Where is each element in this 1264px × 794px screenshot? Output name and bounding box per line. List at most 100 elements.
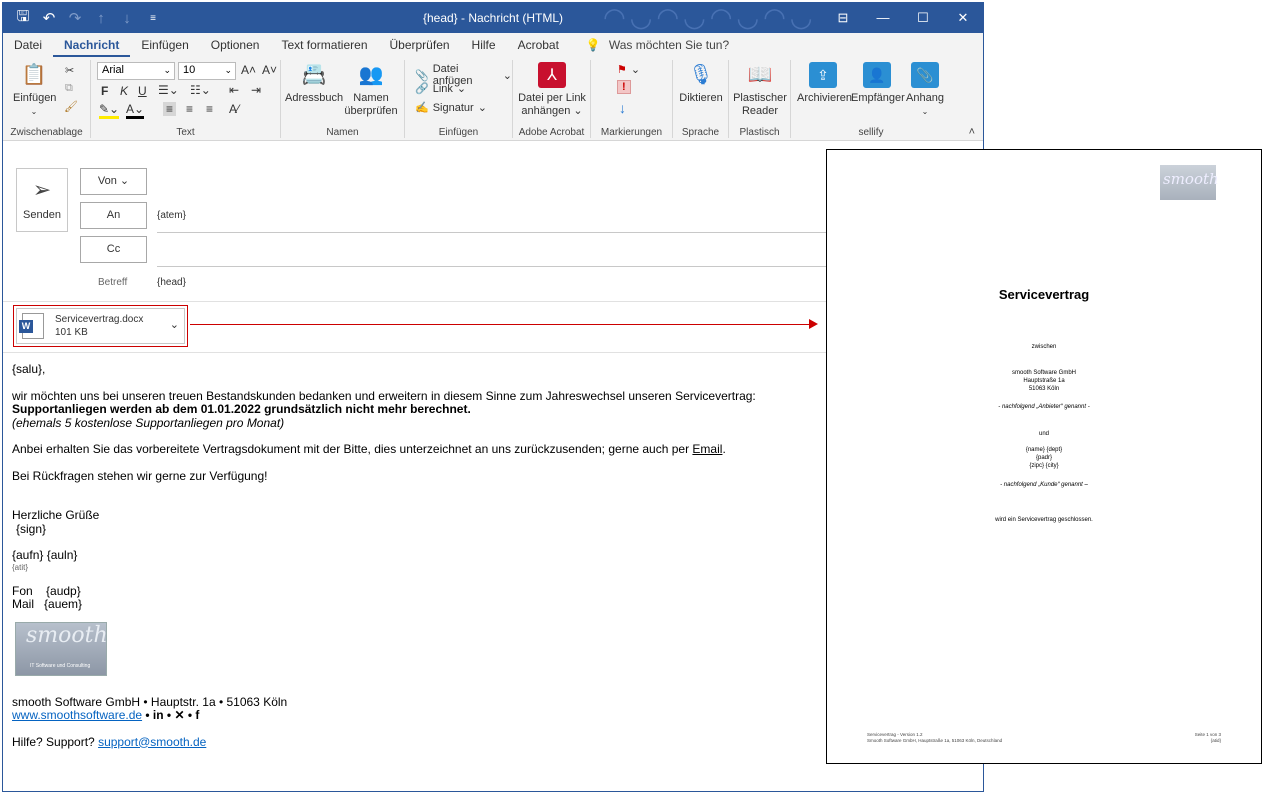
archive-button[interactable]: ⇪ Archivieren bbox=[797, 62, 852, 105]
greeting: {salu}, bbox=[12, 362, 46, 376]
to-button[interactable]: An bbox=[80, 202, 147, 229]
doc-company: smooth Software GmbH bbox=[1011, 370, 1077, 376]
group-label-acrobat: Adobe Acrobat bbox=[518, 127, 585, 138]
down-icon[interactable]: ↓ bbox=[117, 10, 137, 27]
highlight-icon[interactable]: ✎⌄ bbox=[99, 102, 120, 119]
chevron-down-icon[interactable]: ⌄ bbox=[170, 318, 179, 331]
high-importance-icon[interactable]: ! bbox=[617, 80, 631, 94]
document-logo: smooth bbox=[1160, 165, 1219, 200]
format-painter-icon[interactable]: 🖌 bbox=[64, 100, 78, 113]
numbering-icon[interactable]: ☷⌄ bbox=[190, 83, 211, 97]
subject-field[interactable]: {head} bbox=[157, 277, 186, 288]
group-label-clipboard: Zwischenablage bbox=[10, 127, 83, 138]
collapse-ribbon-icon[interactable]: ˄ bbox=[969, 126, 975, 138]
bold-button[interactable]: F bbox=[101, 84, 108, 98]
align-center-icon[interactable]: ≡ bbox=[186, 102, 193, 116]
copy-icon[interactable]: ⧉ bbox=[65, 82, 73, 95]
link-button[interactable]: 🔗 Link ⌄ bbox=[415, 82, 466, 96]
doc-customer-city: {zipc} {city} bbox=[1029, 463, 1059, 469]
flag-icon[interactable]: ⚑ ⌄ bbox=[617, 63, 640, 76]
italic-button[interactable]: K bbox=[120, 84, 128, 98]
group-speech: 🎙 Diktieren Sprache bbox=[673, 60, 729, 138]
recipients-button[interactable]: 👤 Empfänger bbox=[851, 62, 905, 105]
low-importance-icon[interactable]: ↓ bbox=[619, 100, 626, 116]
align-right-icon[interactable]: ≡ bbox=[206, 102, 213, 116]
redo-icon[interactable]: ↷ bbox=[65, 9, 85, 27]
font-color-icon[interactable]: A⌄ bbox=[126, 102, 145, 119]
clear-format-icon[interactable]: A⁄ bbox=[229, 102, 239, 116]
maximize-button[interactable]: ☐ bbox=[903, 3, 943, 33]
from-button[interactable]: Von ⌄ bbox=[80, 168, 147, 195]
tab-ueberpruefen[interactable]: Überprüfen bbox=[379, 33, 461, 57]
paste-button[interactable]: 📋 Einfügen ⌄ bbox=[13, 62, 56, 118]
group-label-markings: Markierungen bbox=[600, 127, 663, 138]
restore-ribbon-icon[interactable]: ⊟ bbox=[823, 3, 863, 33]
up-icon[interactable]: ↑ bbox=[91, 10, 111, 27]
email-link[interactable]: Email bbox=[692, 442, 722, 456]
addressbook-button[interactable]: 📇 Adressbuch bbox=[285, 62, 343, 105]
save-icon[interactable]: 🖫 bbox=[13, 6, 33, 31]
cut-icon[interactable]: ✂ bbox=[65, 64, 74, 77]
minimize-button[interactable]: — bbox=[863, 3, 903, 33]
doc-city: 51063 Köln bbox=[1028, 386, 1060, 392]
sellify-attachment-icon: 📎 bbox=[911, 62, 939, 88]
body-italic-line: (ehemals 5 kostenlose Supportanliegen pr… bbox=[12, 415, 285, 430]
send-icon: ➢ bbox=[32, 177, 52, 202]
word-document-icon: W bbox=[19, 313, 44, 339]
tab-hilfe[interactable]: Hilfe bbox=[461, 33, 507, 57]
title-bar: 🖫 ↶ ↷ ↑ ↓ ≡ ◠◡◠◡◠◡◠◡ {head} - Nachricht … bbox=[3, 3, 983, 33]
attachment-name: Servicevertrag.docx bbox=[55, 314, 144, 325]
customize-qat-icon[interactable]: ≡ bbox=[143, 13, 163, 24]
group-markings: ⚑ ⌄ ! ↓ Markierungen bbox=[591, 60, 673, 138]
undo-icon[interactable]: ↶ bbox=[39, 9, 59, 27]
check-names-button[interactable]: 👥 Namen überprüfen bbox=[343, 62, 399, 118]
doc-footer-left: Servicevertrag - Version 1.2 Smooth Soft… bbox=[867, 732, 1003, 743]
mail-line: Mail {auem} bbox=[12, 597, 83, 611]
align-left-icon[interactable]: ≡ bbox=[163, 102, 177, 116]
annotation-arrow-line bbox=[190, 324, 812, 325]
cc-button[interactable]: Cc bbox=[80, 236, 147, 263]
doc-street: Hauptstraße 1a bbox=[1023, 378, 1065, 384]
dictate-button[interactable]: 🎙 Diktieren bbox=[675, 62, 727, 105]
tab-nachricht[interactable]: Nachricht bbox=[53, 33, 131, 57]
doc-closed: wird ein Servicevertrag geschlossen. bbox=[995, 517, 1093, 523]
tab-text-formatieren[interactable]: Text formatieren bbox=[270, 33, 378, 57]
attachment-chip[interactable]: W Servicevertrag.docx 101 KB ⌄ bbox=[13, 305, 188, 347]
group-names: 📇 Adressbuch 👥 Namen überprüfen Namen bbox=[281, 60, 405, 138]
to-field[interactable]: {atem} bbox=[157, 210, 186, 221]
tab-einfuegen[interactable]: Einfügen bbox=[130, 33, 199, 57]
font-size-select[interactable]: 10 ⌄ bbox=[178, 62, 236, 80]
ribbon-tabs: Datei Nachricht Einfügen Optionen Text f… bbox=[3, 33, 983, 57]
send-button[interactable]: ➢ Senden bbox=[16, 168, 68, 232]
sellify-attachment-button[interactable]: 📎 Anhang ⌄ bbox=[903, 62, 947, 118]
close-button[interactable]: ✕ bbox=[943, 3, 983, 33]
underline-button[interactable]: U bbox=[138, 84, 147, 98]
font-select[interactable]: Arial ⌄ bbox=[97, 62, 175, 80]
acrobat-icon: ⅄ bbox=[538, 62, 566, 88]
support-line: Hilfe? Support? support@smooth.de bbox=[12, 734, 207, 749]
annotation-arrow-head bbox=[809, 319, 818, 329]
immersive-reader-button[interactable]: 📖 Plastischer Reader bbox=[731, 62, 789, 118]
body-paragraph-3: Bei Rückfragen stehen wir gerne zur Verf… bbox=[12, 468, 268, 483]
website-link[interactable]: www.smoothsoftware.de bbox=[12, 708, 142, 722]
social-icons[interactable]: • in • ✕ • f bbox=[142, 708, 199, 722]
tab-datei[interactable]: Datei bbox=[3, 33, 53, 57]
group-clipboard: 📋 Einfügen ⌄ ✂ ⧉ 🖌 Zwischenablage bbox=[3, 60, 91, 138]
signature-icon: ✍ bbox=[415, 102, 429, 114]
support-link[interactable]: support@smooth.de bbox=[98, 735, 206, 749]
share-link-button[interactable]: ⅄ Datei per Link anhängen ⌄ bbox=[515, 62, 589, 118]
tab-optionen[interactable]: Optionen bbox=[200, 33, 271, 57]
decrease-indent-icon[interactable]: ⇤ bbox=[229, 83, 239, 97]
message-body[interactable]: {salu}, wir möchten uns bei unseren treu… bbox=[12, 362, 756, 749]
tell-me-label: Was möchten Sie tun? bbox=[608, 38, 730, 52]
grow-font-icon[interactable]: A˄ bbox=[241, 63, 256, 77]
tab-acrobat[interactable]: Acrobat bbox=[507, 33, 570, 57]
tell-me-search[interactable]: 💡 Was möchten Sie tun? bbox=[586, 38, 729, 52]
bullets-icon[interactable]: ☰⌄ bbox=[158, 83, 179, 97]
group-insert: 📎 Datei anfügen ⌄ 🔗 Link ⌄ ✍ Signatur ⌄ Einfüg… bbox=[405, 60, 513, 138]
shrink-font-icon[interactable]: A˅ bbox=[262, 63, 277, 77]
body-paragraph-2: Anbei erhalten Sie das vorbereitete Vert… bbox=[12, 442, 726, 456]
signature-button[interactable]: ✍ Signatur ⌄ bbox=[415, 101, 487, 115]
increase-indent-icon[interactable]: ⇥ bbox=[251, 83, 261, 97]
group-label-names: Namen bbox=[326, 127, 359, 138]
